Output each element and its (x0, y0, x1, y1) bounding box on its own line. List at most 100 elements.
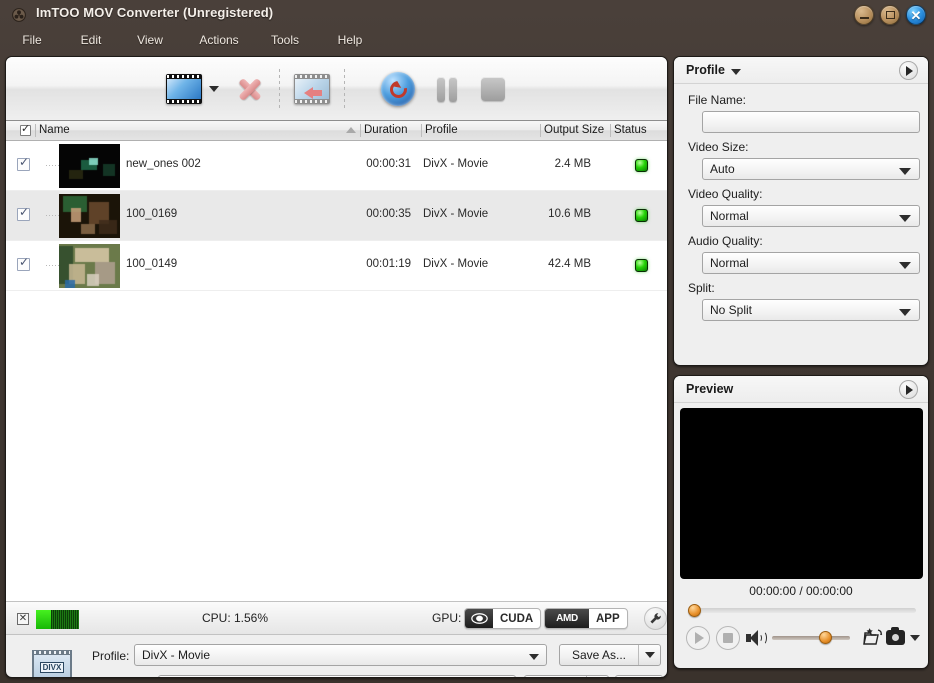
table-row[interactable]: 100_0169 00:00:35 DivX - Movie 10.6 MB (6, 191, 667, 241)
resource-bar: ✕ CPU: 1.56% GPU: CUDA AMD APP (6, 601, 667, 635)
menu-item-edit[interactable]: Edit (72, 31, 110, 49)
field-combo-1[interactable]: Auto (702, 158, 920, 180)
field-combo-3[interactable]: Normal (702, 252, 920, 274)
preview-screen[interactable] (680, 408, 923, 579)
amd-app-toggle[interactable]: AMD APP (544, 608, 628, 629)
table-row[interactable]: new_ones 002 00:00:31 DivX - Movie 2.4 MB (6, 141, 667, 191)
field-label-1: Video Size: (688, 140, 749, 154)
volume-knob[interactable] (818, 631, 832, 644)
column-header-name[interactable]: Name (39, 124, 70, 136)
window-controls: ✕ (854, 5, 926, 25)
snapshot-folder-icon[interactable] (862, 628, 884, 648)
chevron-down-icon (899, 309, 911, 316)
row-status-led (635, 209, 648, 222)
row-profile: DivX - Movie (423, 158, 489, 170)
stop-button[interactable] (716, 626, 740, 650)
column-divider[interactable] (540, 124, 541, 137)
seek-slider[interactable] (688, 604, 916, 617)
menu-item-file[interactable]: File (14, 31, 50, 49)
cuda-toggle[interactable]: CUDA (464, 608, 542, 629)
gpu-label: GPU: (432, 611, 462, 625)
profile-expand-button[interactable] (899, 61, 918, 80)
row-checkbox[interactable] (17, 255, 30, 271)
column-header-size[interactable]: Output Size (544, 124, 604, 136)
toolbar (6, 57, 667, 121)
camera-dropdown-icon[interactable] (910, 635, 920, 641)
video-thumbnail (59, 194, 120, 238)
browse-button[interactable]: Browse... (524, 675, 609, 677)
row-duration: 00:01:19 (366, 258, 411, 270)
browse-dropdown[interactable] (586, 676, 608, 677)
save-as-dropdown[interactable] (638, 645, 660, 665)
table-row[interactable]: 100_0149 00:01:19 DivX - Movie 42.4 MB (6, 241, 667, 291)
column-header-duration[interactable]: Duration (364, 124, 407, 136)
profile-panel: Profile File Name: Video Size: Auto Video Q… (673, 56, 929, 366)
destination-combo[interactable]: C:\ (158, 675, 516, 677)
row-output-size: 42.4 MB (548, 258, 591, 270)
stop-button[interactable] (481, 77, 505, 101)
title-bar: ImTOO MOV Converter (Unregistered) ✕ (0, 0, 934, 30)
clear-list-button[interactable] (294, 74, 330, 104)
menu-item-actions[interactable]: Actions (190, 31, 248, 49)
column-divider[interactable] (421, 124, 422, 137)
volume-icon[interactable] (746, 630, 767, 646)
amd-logo-icon: AMD (545, 609, 589, 628)
divx-format-icon: DIVX (32, 650, 72, 677)
save-as-button[interactable]: Save As... (559, 644, 661, 666)
field-label-2: Video Quality: (688, 187, 763, 201)
field-combo-2[interactable]: Normal (702, 205, 920, 227)
row-tree-line (46, 165, 60, 166)
column-divider[interactable] (360, 124, 361, 137)
row-profile: DivX - Movie (423, 258, 489, 270)
sort-ascending-icon[interactable] (346, 127, 356, 133)
column-divider[interactable] (610, 124, 611, 137)
profile-collapse-icon[interactable] (731, 69, 741, 75)
field-value-2: Normal (710, 209, 749, 223)
wrench-icon[interactable] (644, 607, 667, 630)
play-button[interactable] (686, 626, 710, 650)
row-output-size: 10.6 MB (548, 208, 591, 220)
minimize-button[interactable] (854, 5, 874, 25)
file-name-input[interactable] (702, 111, 920, 133)
maximize-button[interactable] (880, 5, 900, 25)
seek-knob[interactable] (688, 604, 701, 617)
chevron-down-icon (529, 654, 539, 660)
profile-panel-title: Profile (686, 63, 725, 77)
row-tree-line (46, 215, 60, 216)
preview-expand-button[interactable] (899, 380, 918, 399)
close-resource-bar-button[interactable]: ✕ (17, 613, 29, 625)
remove-file-button[interactable] (235, 74, 265, 104)
row-output-size: 2.4 MB (554, 158, 591, 170)
row-checkbox[interactable] (17, 155, 30, 171)
application-window: ImTOO MOV Converter (Unregistered) ✕ Fil… (0, 0, 934, 683)
pause-button[interactable] (437, 76, 457, 102)
list-header: Name Duration Profile Output Size Status (6, 121, 667, 141)
output-settings: DIVX Profile: DivX - Movie Save As... De… (6, 635, 667, 677)
profile-combo[interactable]: DivX - Movie (134, 644, 547, 666)
camera-icon[interactable] (886, 627, 905, 645)
preview-panel: Preview 00:00:00 / 00:00:00 (673, 375, 929, 669)
column-header-status[interactable]: Status (614, 124, 647, 136)
menu-item-view[interactable]: View (130, 31, 170, 49)
menu-item-help[interactable]: Help (330, 31, 370, 49)
row-status-led (635, 259, 648, 272)
arrow-left-icon (304, 87, 322, 99)
cuda-label: CUDA (500, 612, 534, 625)
column-header-profile[interactable]: Profile (425, 124, 458, 136)
open-button[interactable]: Open (615, 675, 663, 677)
column-divider[interactable] (35, 124, 36, 137)
browse-label: Browse... (525, 676, 586, 677)
select-all-checkbox[interactable] (20, 122, 31, 136)
menu-item-tools[interactable]: Tools (264, 31, 306, 49)
volume-slider[interactable] (772, 631, 850, 644)
add-file-dropdown-icon[interactable] (209, 86, 219, 92)
playback-controls (686, 624, 921, 654)
convert-button[interactable] (381, 72, 415, 106)
row-checkbox[interactable] (17, 205, 30, 221)
add-file-button[interactable] (166, 74, 202, 104)
file-list[interactable]: new_ones 002 00:00:31 DivX - Movie 2.4 MB 10… (6, 141, 667, 601)
close-button[interactable]: ✕ (906, 5, 926, 25)
toolbar-separator-1 (279, 69, 280, 109)
field-combo-4[interactable]: No Split (702, 299, 920, 321)
cpu-usage-label: CPU: 1.56% (202, 611, 269, 625)
